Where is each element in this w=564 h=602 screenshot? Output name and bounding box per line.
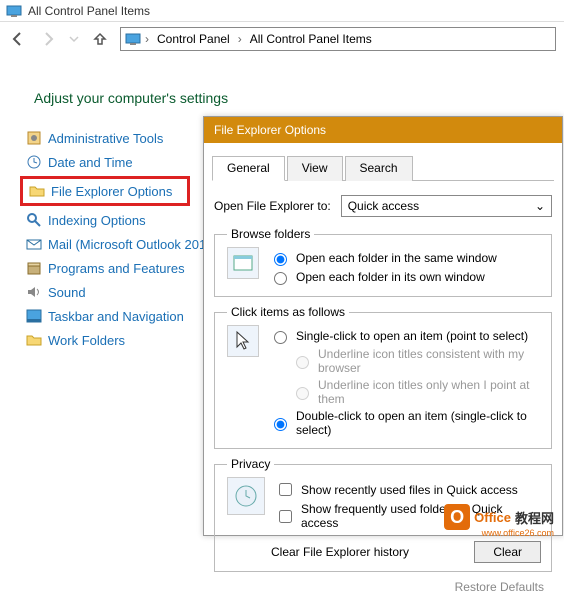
restore-defaults-button[interactable]: Restore Defaults [214,580,552,594]
recent-locations-dropdown[interactable] [68,29,80,49]
file-explorer-options-dialog: File Explorer Options General View Searc… [203,116,563,536]
cursor-icon [227,325,259,357]
search-icon [26,212,42,228]
chevron-right-icon[interactable]: › [236,32,244,46]
open-to-value: Quick access [348,199,419,213]
monitor-icon [125,31,141,47]
back-button[interactable] [8,29,28,49]
breadcrumb-item[interactable]: All Control Panel Items [246,32,376,46]
cp-item-label: Administrative Tools [48,131,163,146]
speaker-icon [26,284,42,300]
clock-icon [26,154,42,170]
window-title: All Control Panel Items [28,4,150,18]
click-items-group: Click items as follows Single-click to o… [214,305,552,449]
taskbar-icon [26,308,42,324]
folder-icon [26,332,42,348]
cp-item-label: Indexing Options [48,213,146,228]
open-to-label: Open File Explorer to: [214,199,331,213]
cp-item-label: Date and Time [48,155,133,170]
address-bar[interactable]: › Control Panel › All Control Panel Item… [120,27,556,51]
cp-item-label: Sound [48,285,86,300]
watermark-brand2: 教程网 [515,508,554,527]
tools-icon [26,130,42,146]
tab-view[interactable]: View [287,156,343,181]
box-icon [26,260,42,276]
dialog-title: File Explorer Options [204,117,562,143]
checkbox-recent-files[interactable]: Show recently used files in Quick access [275,480,541,499]
cp-item-label: Taskbar and Navigation [48,309,184,324]
radio-single-click[interactable]: Single-click to open an item (point to s… [269,328,541,344]
chevron-down-icon: ⌄ [535,199,545,213]
click-items-legend: Click items as follows [227,305,349,319]
control-panel-icon [6,3,22,19]
privacy-icon [227,477,265,515]
breadcrumb-item[interactable]: Control Panel [153,32,234,46]
cp-item-label: Work Folders [48,333,125,348]
radio-own-window[interactable]: Open each folder in its own window [269,269,497,285]
watermark-brand1: Office [474,510,511,525]
folder-options-icon [29,183,45,199]
dialog-tabstrip: General View Search [212,155,554,181]
tab-search[interactable]: Search [345,156,413,181]
cp-item-label: Programs and Features [48,261,185,276]
clear-button[interactable]: Clear [474,541,541,563]
tab-general[interactable]: General [212,156,285,181]
radio-underline-point: Underline icon titles only when I point … [291,378,541,406]
radio-same-window[interactable]: Open each folder in the same window [269,250,497,266]
cp-item-label: File Explorer Options [51,184,172,199]
clear-history-label: Clear File Explorer history [271,545,409,559]
logo-icon: O [444,504,470,530]
window-icon [227,247,259,279]
radio-double-click[interactable]: Double-click to open an item (single-cli… [269,409,541,437]
cp-item-file-explorer-options[interactable]: File Explorer Options [20,176,190,206]
window-titlebar: All Control Panel Items [0,0,564,22]
watermark: O Office教程网 www.office26.com [444,504,554,530]
nav-toolbar: › Control Panel › All Control Panel Item… [0,22,564,56]
open-to-select[interactable]: Quick access ⌄ [341,195,552,217]
browse-folders-legend: Browse folders [227,227,314,241]
browse-folders-group: Browse folders Open each folder in the s… [214,227,552,297]
privacy-legend: Privacy [227,457,274,471]
chevron-right-icon[interactable]: › [143,32,151,46]
watermark-url: www.office26.com [482,528,554,538]
up-button[interactable] [90,29,110,49]
mail-icon [26,236,42,252]
forward-button[interactable] [38,29,58,49]
radio-underline-browser: Underline icon titles consistent with my… [291,347,541,375]
